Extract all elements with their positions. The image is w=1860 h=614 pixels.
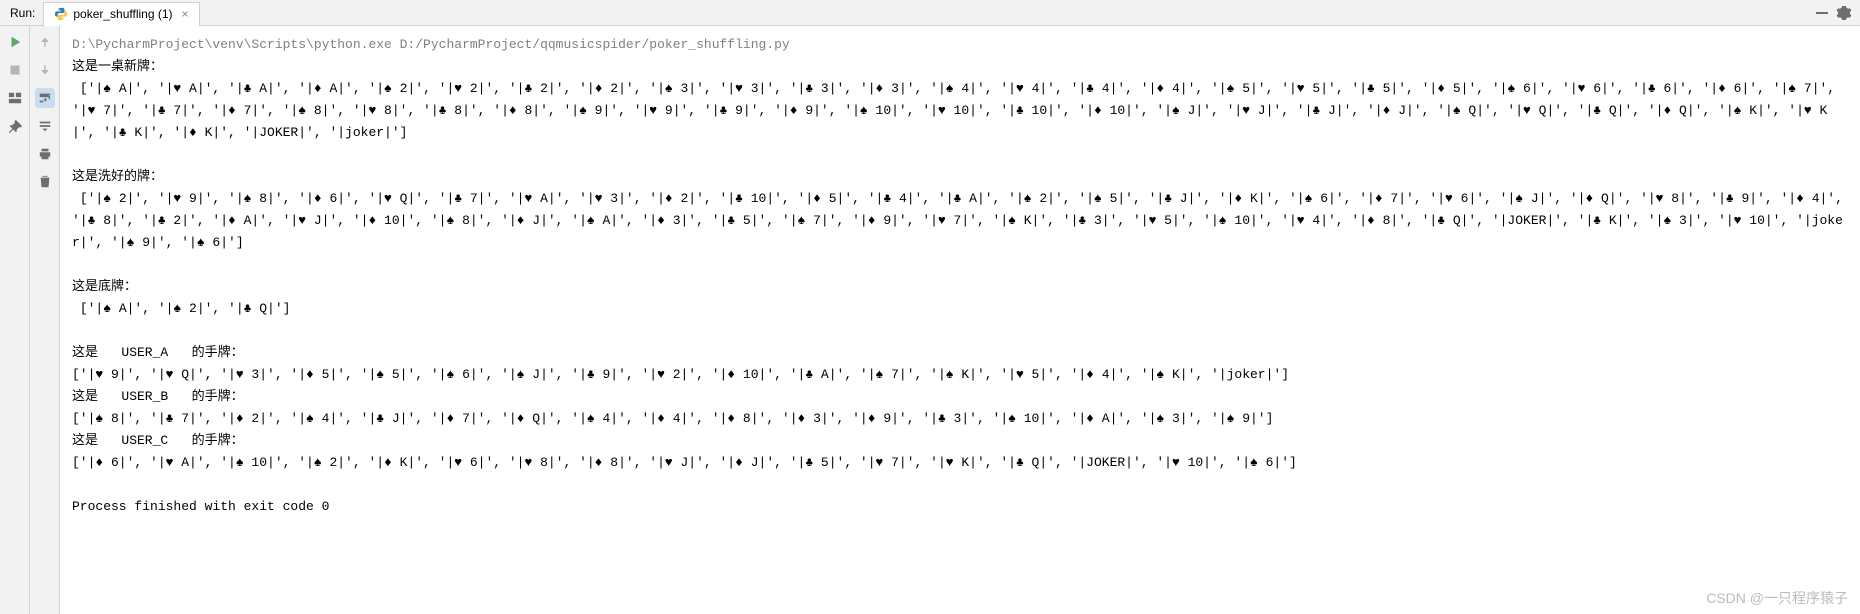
section-bottom-title: 这是底牌：	[72, 279, 137, 294]
down-arrow-button[interactable]	[35, 60, 55, 80]
userB-title: 这是 USER_B 的手牌：	[72, 389, 244, 404]
userA-list: ['|♥ 9|', '|♥ Q|', '|♥ 3|', '|♦ 5|', '|♠…	[72, 367, 1289, 382]
userC-list: ['|♦ 6|', '|♥ A|', '|♠ 10|', '|♠ 2|', '|…	[72, 455, 1297, 470]
userC-title: 这是 USER_C 的手牌：	[72, 433, 244, 448]
up-arrow-button[interactable]	[35, 32, 55, 52]
run-label: Run:	[0, 6, 43, 20]
gear-icon[interactable]	[1836, 5, 1852, 21]
run-tab[interactable]: poker_shuffling (1) ×	[43, 2, 199, 26]
stop-button[interactable]	[5, 60, 25, 80]
pin-button[interactable]	[5, 116, 25, 136]
section-shuffled-list: ['|♠ 2|', '|♥ 9|', '|♠ 8|', '|♦ 6|', '|♥…	[72, 191, 1851, 250]
main-area: D:\PycharmProject\venv\Scripts\python.ex…	[0, 26, 1860, 614]
run-tab-bar: Run: poker_shuffling (1) ×	[0, 0, 1860, 26]
soft-wrap-button[interactable]	[35, 88, 55, 108]
rerun-button[interactable]	[5, 32, 25, 52]
tab-title: poker_shuffling (1)	[73, 7, 172, 21]
section-new-deck-list: ['|♠ A|', '|♥ A|', '|♣ A|', '|♦ A|', '|♠…	[72, 81, 1843, 140]
python-file-icon	[54, 7, 68, 21]
section-bottom-list: ['|♠ A|', '|♠ 2|', '|♣ Q|']	[80, 301, 291, 316]
print-button[interactable]	[35, 144, 55, 164]
layout-button[interactable]	[5, 88, 25, 108]
delete-button[interactable]	[35, 172, 55, 192]
command-line: D:\PycharmProject\venv\Scripts\python.ex…	[72, 37, 790, 52]
hide-icon[interactable]	[1814, 5, 1830, 21]
section-new-deck-title: 这是一桌新牌：	[72, 59, 163, 74]
userB-list: ['|♠ 8|', '|♣ 7|', '|♦ 2|', '|♠ 4|', '|♣…	[72, 411, 1273, 426]
close-icon[interactable]: ×	[182, 7, 189, 21]
section-shuffled-title: 这是洗好的牌：	[72, 169, 163, 184]
userA-title: 这是 USER_A 的手牌：	[72, 345, 244, 360]
scroll-to-end-button[interactable]	[35, 116, 55, 136]
run-toolbar-right	[30, 26, 60, 614]
watermark: CSDN @一只程序猿子	[1706, 588, 1848, 608]
console-output[interactable]: D:\PycharmProject\venv\Scripts\python.ex…	[60, 26, 1860, 614]
exit-line: Process finished with exit code 0	[72, 499, 329, 514]
run-toolbar-left	[0, 26, 30, 614]
